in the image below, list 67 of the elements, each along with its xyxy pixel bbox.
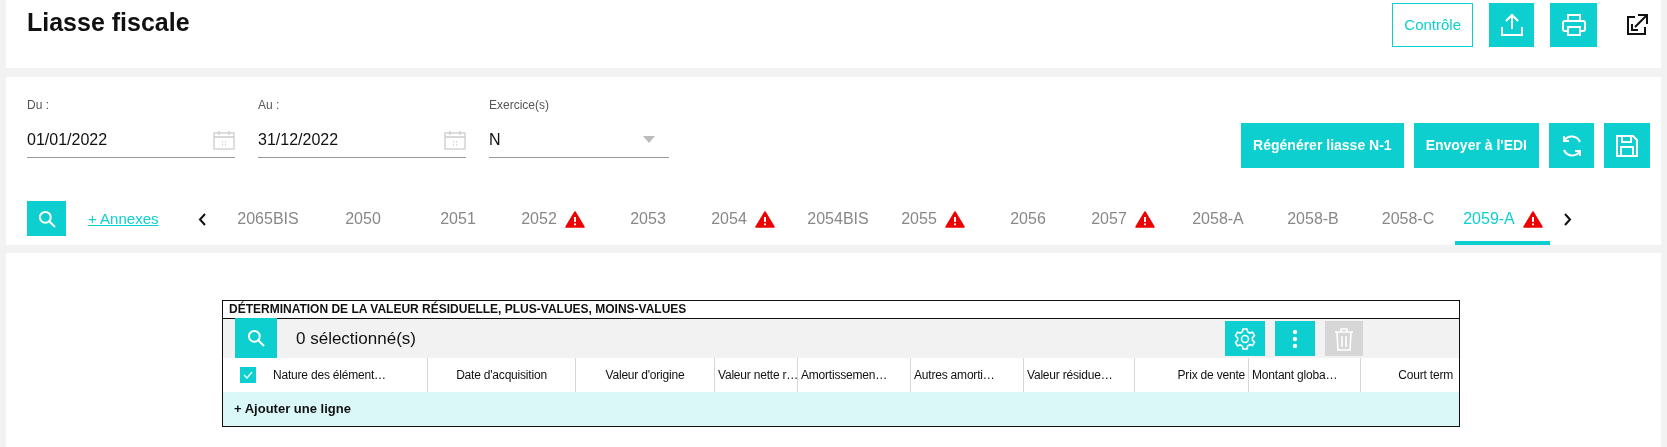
delete-button[interactable] [1325,321,1363,356]
action-button[interactable]: Régénérer liasse N-1 [1241,123,1404,168]
page-title: Liasse fiscale [27,7,190,39]
settings-button[interactable] [1225,321,1265,356]
control-button[interactable]: Contrôle [1392,3,1473,47]
form-tab[interactable]: 2057 [1075,201,1171,245]
form-tab[interactable]: 2054 [695,201,791,245]
tab-label: 2065BIS [237,209,299,229]
form-tab[interactable]: 2055 [885,201,981,245]
form-tab[interactable]: 2065BIS [220,201,316,245]
select-field[interactable]: N [489,122,669,158]
form-tab[interactable]: 2058-C [1360,201,1456,245]
upload-icon [1498,12,1525,38]
column-header[interactable]: Court term [1361,358,1456,392]
selection-count: 0 sélectionné(s) [296,327,416,350]
chevron-right-icon[interactable] [1564,213,1573,226]
more-options-button[interactable] [1275,321,1315,356]
form-tab[interactable]: 2052 [505,201,601,245]
tab-label: 2058-A [1192,209,1244,229]
tab-label: 2058-B [1287,209,1339,229]
add-row-link[interactable]: + Ajouter une ligne [234,399,351,419]
more-vertical-icon [1292,328,1298,349]
search-icon [246,327,266,348]
form-tab[interactable]: 2054BIS [790,201,886,245]
field-label: Du : [27,97,50,114]
settings-icon [1233,326,1257,351]
refresh-button[interactable] [1549,123,1594,168]
trash-icon [1334,326,1354,351]
printer-icon [1560,13,1587,37]
save-icon [1614,132,1640,159]
upload-button[interactable] [1489,3,1534,47]
annexes-link[interactable]: + Annexes [88,207,159,230]
date-field[interactable]: 31/12/2022 [258,122,466,158]
form-tab[interactable]: 2050 [315,201,411,245]
select-all-checkbox[interactable] [240,367,256,383]
search-button[interactable] [27,201,66,236]
form-tab[interactable]: 2058-A [1170,201,1266,245]
tab-label: 2054BIS [807,209,869,229]
tab-label: 2052 [521,209,557,229]
form-tab[interactable]: 2056 [980,201,1076,245]
tab-label: 2053 [630,209,666,229]
field-label: Exercice(s) [489,97,550,114]
form-tab[interactable]: 2059-A [1455,201,1551,245]
action-button[interactable]: Envoyer à l'EDI [1413,123,1539,168]
tab-label: 2056 [1010,209,1046,229]
calendar-icon [213,129,235,150]
search-button[interactable] [235,317,277,360]
date-field[interactable]: 01/01/2022 [27,122,235,158]
tab-label: 2050 [345,209,381,229]
tab-label: 2059-A [1463,209,1515,229]
form-tab[interactable]: 2053 [600,201,696,245]
calendar-icon [444,129,466,150]
search-icon [36,208,57,229]
dropdown-caret-icon [643,136,655,143]
print-button[interactable] [1550,3,1597,47]
tab-label: 2057 [1091,209,1127,229]
field-label: Au : [258,97,281,114]
checkmark-icon [243,371,253,379]
tab-label: 2054 [711,209,747,229]
external-link-icon[interactable] [1625,13,1649,37]
form-tab[interactable]: 2058-B [1265,201,1361,245]
chevron-left-icon[interactable] [198,213,207,226]
tab-label: 2051 [440,209,476,229]
tab-label: 2055 [901,209,937,229]
save-button[interactable] [1604,123,1650,168]
tab-label: 2058-C [1381,209,1435,229]
form-tab[interactable]: 2051 [410,201,506,245]
